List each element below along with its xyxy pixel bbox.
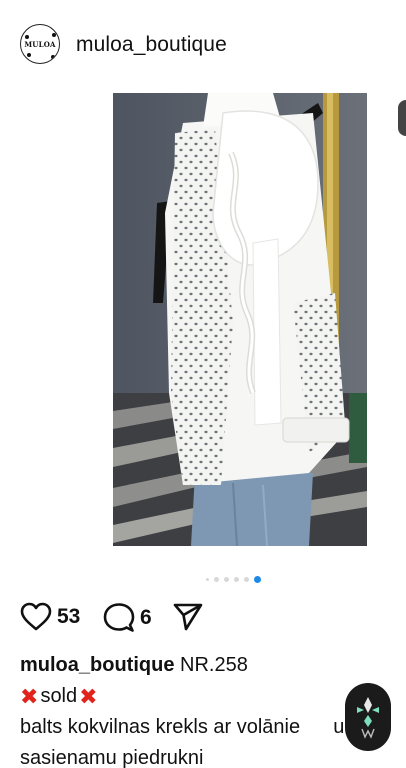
caption-title: NR.258 (180, 654, 248, 676)
post-header: MULOA muloa_boutique (0, 0, 406, 90)
carousel-dot (205, 577, 209, 581)
cross-mark-icon: ✖ (20, 684, 39, 709)
like-count[interactable]: 53 (57, 605, 80, 629)
carousel-dot (223, 576, 229, 582)
diamond-logo-icon (357, 697, 379, 739)
caption-sold-text: sold (40, 685, 78, 707)
avatar-logo-text: MULOA (24, 39, 56, 49)
floating-action-button[interactable] (345, 683, 391, 751)
heart-icon (20, 602, 52, 631)
post-actions: 53 6 (0, 600, 406, 636)
comment-icon (103, 603, 135, 632)
carousel-dot (233, 576, 239, 582)
avatar[interactable]: MULOA (20, 24, 60, 64)
post-image-graphic (113, 93, 367, 546)
username[interactable]: muloa_boutique (76, 33, 227, 57)
next-post-peek (398, 100, 406, 136)
caption-line-1: balts kokvilnas krekls ar volānie (20, 716, 301, 738)
comment-button[interactable]: 6 (103, 602, 152, 634)
comment-count[interactable]: 6 (140, 606, 152, 630)
caption-heading: muloa_boutique NR.258 (20, 650, 406, 681)
post-image[interactable] (113, 93, 367, 546)
carousel-dot (213, 576, 219, 582)
carousel-dot (243, 576, 249, 582)
carousel-dot-active (253, 575, 261, 583)
cross-mark-icon: ✖ (79, 684, 98, 709)
share-button[interactable] (172, 602, 204, 632)
send-icon (173, 603, 203, 631)
caption-line-2: sasienamu piedrukni (20, 747, 204, 768)
carousel-indicator (0, 575, 406, 583)
like-button[interactable]: 53 (20, 602, 80, 632)
caption-username[interactable]: muloa_boutique (20, 654, 174, 676)
